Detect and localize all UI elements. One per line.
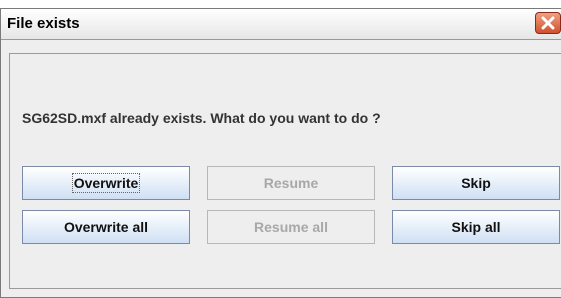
- skip-label: Skip: [461, 175, 491, 191]
- message-text: SG62SD.mxf already exists. What do you w…: [22, 110, 381, 126]
- skip-button[interactable]: Skip: [392, 166, 560, 200]
- resume-button: Resume: [207, 166, 375, 200]
- skip-all-label: Skip all: [451, 219, 501, 235]
- file-exists-dialog: File exists SG62SD.mxf already exists. W…: [0, 8, 561, 298]
- resume-all-button: Resume all: [207, 210, 375, 244]
- title-bar[interactable]: File exists: [1, 9, 561, 40]
- overwrite-all-label: Overwrite all: [63, 219, 149, 235]
- close-icon: [541, 16, 555, 30]
- window-title: File exists: [7, 15, 80, 32]
- overwrite-all-button[interactable]: Overwrite all: [22, 210, 190, 244]
- close-button[interactable]: [535, 12, 561, 34]
- overwrite-button[interactable]: Overwrite: [22, 166, 190, 200]
- resume-all-label: Resume all: [254, 219, 328, 235]
- skip-all-button[interactable]: Skip all: [392, 210, 560, 244]
- dialog-content: SG62SD.mxf already exists. What do you w…: [9, 53, 561, 289]
- overwrite-label: Overwrite: [71, 173, 141, 193]
- resume-label: Resume: [263, 175, 319, 191]
